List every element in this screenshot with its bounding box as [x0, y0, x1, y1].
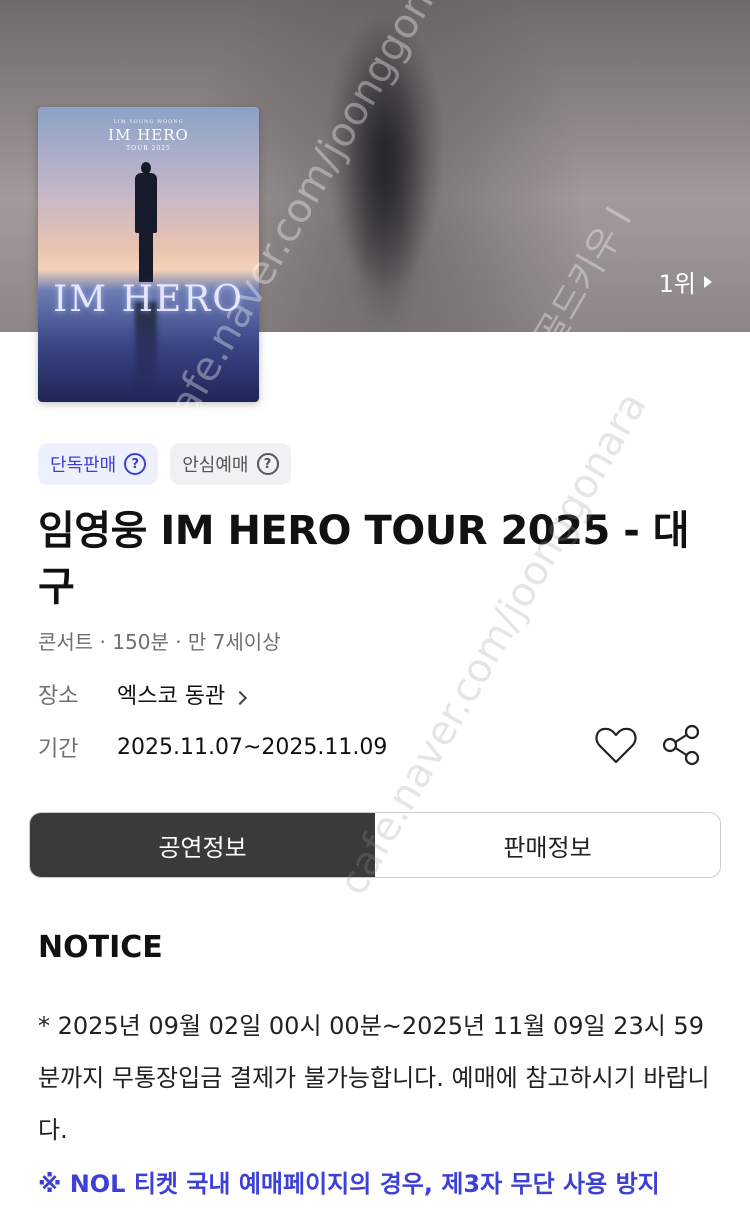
hero-figure-silhouette	[345, 20, 425, 332]
venue-label: 장소	[38, 684, 79, 709]
safe-booking-label: 안심예매	[182, 455, 249, 476]
rank-indicator[interactable]: 1위	[659, 264, 712, 299]
play-triangle-icon	[704, 275, 712, 288]
exclusive-sale-label: 단독판매	[50, 455, 117, 476]
poster-header: LIM YOUNG WOONG IM HERO TOUR 2025	[38, 119, 259, 152]
poster-title: IM HERO	[108, 126, 189, 144]
event-meta: 콘서트 · 150분 · 만 7세이상	[38, 630, 281, 654]
safe-booking-badge[interactable]: 안심예매 ?	[170, 443, 291, 485]
question-icon: ?	[124, 453, 147, 475]
exclusive-sale-badge[interactable]: 단독판매 ?	[38, 443, 159, 485]
badge-row: 단독판매 ? 안심예매 ?	[38, 443, 291, 485]
venue-row: 장소 엑스코 동관	[38, 678, 248, 710]
notice-highlight: ※ NOL 티켓 국내 예매페이지의 경우, 제3자 무단 사용 방지	[38, 1170, 660, 1198]
venue-value: 엑스코 동관	[117, 684, 226, 709]
tab-sales-info[interactable]: 판매정보	[375, 813, 720, 877]
period-row: 기간 2025.11.07~2025.11.09	[38, 731, 387, 763]
tab-performance-info[interactable]: 공연정보	[30, 813, 375, 877]
share-icon[interactable]	[660, 722, 702, 768]
period-value: 2025.11.07~2025.11.09	[117, 734, 388, 760]
chevron-right-icon	[233, 690, 248, 706]
poster-artist: LIM YOUNG WOONG	[113, 119, 184, 125]
poster-figure	[133, 162, 159, 282]
event-detail-page: 1위 LIM YOUNG WOONG IM HERO TOUR 2025 IM …	[0, 0, 750, 1209]
period-label: 기간	[38, 737, 79, 762]
poster-logo: IM HERO	[53, 279, 244, 320]
venue-link[interactable]: 엑스코 동관	[117, 678, 248, 710]
question-icon: ?	[256, 453, 279, 475]
heart-icon[interactable]	[593, 722, 639, 768]
event-title: 임영웅 IM HERO TOUR 2025 - 대구	[38, 508, 690, 610]
event-poster: LIM YOUNG WOONG IM HERO TOUR 2025 IM HER…	[38, 107, 259, 402]
rank-label: 1위	[658, 270, 696, 298]
notice-body: * 2025년 09월 02일 00시 00분~2025년 11월 09일 23…	[38, 1012, 710, 1144]
detail-tabs: 공연정보 판매정보	[29, 812, 721, 878]
poster-tour: TOUR 2025	[126, 145, 171, 152]
notice-heading: NOTICE	[38, 930, 163, 965]
